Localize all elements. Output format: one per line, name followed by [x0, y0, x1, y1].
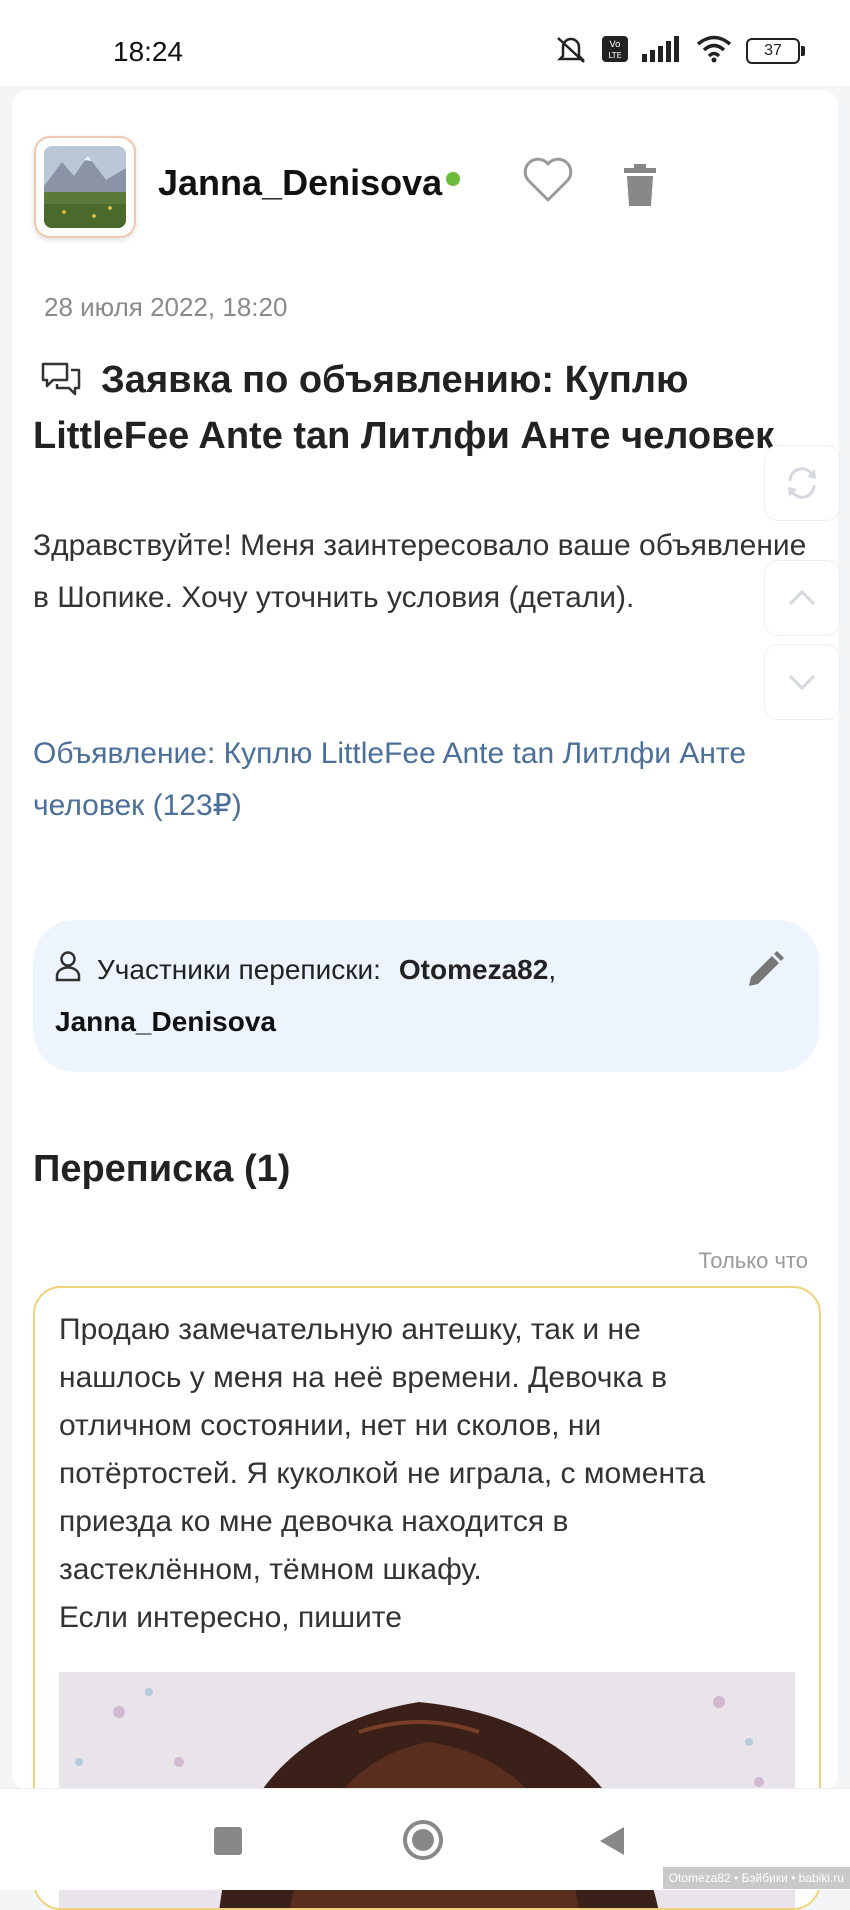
delete-button[interactable]: [622, 164, 658, 208]
message-line: застеклённом, тёмном шкафу.: [59, 1553, 482, 1586]
message-line: отличном состоянии, нет ни сколов, ни: [59, 1409, 602, 1442]
edit-participants-button[interactable]: [745, 950, 785, 995]
recent-apps-button[interactable]: [214, 1827, 242, 1860]
post-title: Заявка по объявлению: Куплю LittleFee An…: [33, 355, 813, 461]
back-triangle-icon: [600, 1827, 624, 1855]
square-icon: [214, 1827, 242, 1855]
message-time: Только что: [698, 1248, 808, 1273]
message-line: Если интересно, пишите: [59, 1601, 402, 1634]
post-date: 28 июля 2022, 18:20: [44, 292, 288, 322]
watermark: Otomeza82 • Бэйбики • babiki.ru: [662, 1867, 850, 1889]
message-line: приезда ко мне девочка находится в: [59, 1505, 569, 1538]
message-text: Продаю замечательную антешку, так и не н…: [59, 1306, 799, 1642]
correspondence-title: Переписка (1): [33, 1148, 291, 1190]
refresh-button[interactable]: [764, 445, 840, 521]
user-icon: [53, 950, 83, 989]
wifi-icon: [696, 35, 732, 68]
avatar[interactable]: [34, 136, 136, 238]
pencil-icon: [749, 951, 784, 986]
participants-separator: ,: [548, 953, 557, 985]
chevron-down-icon: [788, 674, 816, 691]
heart-icon: [523, 157, 573, 202]
chat-icon: [41, 361, 81, 411]
message-line: Продаю замечательную антешку, так и не: [59, 1313, 641, 1346]
participants-line: Участники переписки: Otomeza82,: [53, 950, 556, 989]
ad-link[interactable]: Объявление: Куплю LittleFee Ante tan Лит…: [33, 728, 823, 832]
participant-otomeza82[interactable]: Otomeza82: [399, 954, 548, 986]
volte-icon: Vo LTE: [602, 35, 628, 67]
svg-text:Vo: Vo: [610, 40, 621, 50]
participants-panel: Участники переписки: Otomeza82, Janna_De…: [33, 920, 819, 1072]
status-time: 18:24: [113, 36, 184, 67]
refresh-icon: [788, 467, 816, 499]
favorite-button[interactable]: [522, 156, 574, 204]
username[interactable]: Janna_Denisova: [158, 162, 442, 204]
message-line: потёртостей. Я куколкой не играла, с мом…: [59, 1457, 706, 1490]
mute-icon: [554, 34, 588, 69]
battery-icon: 37: [746, 38, 805, 64]
participant-janna-denisova[interactable]: Janna_Denisova: [55, 1006, 276, 1038]
post-title-text: Заявка по объявлению: Куплю LittleFee An…: [33, 359, 775, 457]
scroll-down-button[interactable]: [764, 644, 840, 720]
trash-icon: [624, 164, 656, 206]
message-line: нашлось у меня на неё времени. Девочка в: [59, 1361, 668, 1394]
post-body: Здравствуйте! Меня заинтересовало ваше о…: [33, 529, 807, 614]
online-status-dot: [446, 172, 460, 186]
participants-label: Участники переписки:: [97, 953, 381, 985]
avatar-landscape-image: [44, 146, 126, 228]
back-button[interactable]: [598, 1825, 626, 1862]
home-button[interactable]: [402, 1819, 444, 1866]
status-icons: Vo LTE 37: [554, 34, 805, 69]
svg-text:LTE: LTE: [608, 51, 621, 60]
signal-icon: [642, 35, 682, 67]
home-circle-icon: [403, 1820, 443, 1860]
status-bar: 18:24 Vo LTE 37: [0, 0, 850, 86]
